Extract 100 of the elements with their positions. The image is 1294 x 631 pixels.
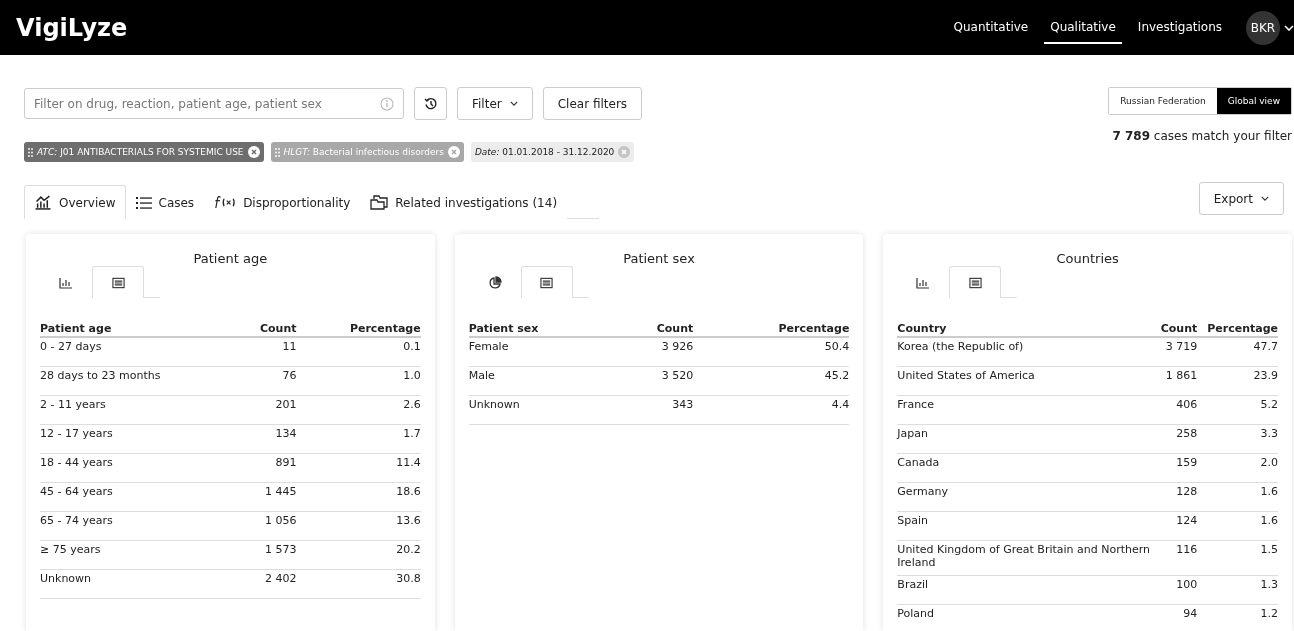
table-cell: 3 520 xyxy=(603,366,694,396)
drag-handle-icon[interactable] xyxy=(274,147,280,157)
table-cell: Male xyxy=(468,366,604,396)
table-cell: 2.6 xyxy=(296,395,421,425)
nav-link[interactable]: Quantitative xyxy=(947,11,1035,44)
table-cell: 343 xyxy=(603,395,694,425)
table-cell: 13.6 xyxy=(296,511,421,541)
table-cell: 18 - 44 years xyxy=(40,453,225,483)
table-cell: 1 056 xyxy=(225,511,297,541)
column-header: Patient age xyxy=(40,318,225,337)
table-cell: 65 - 74 years xyxy=(40,511,225,541)
table-cell: 47.7 xyxy=(1197,337,1278,367)
table-cell: Female xyxy=(468,337,604,367)
view-toggle[interactable] xyxy=(92,266,144,298)
table-cell: Germany xyxy=(897,482,1151,512)
export-button[interactable]: Export xyxy=(1198,182,1284,215)
clear-filters-button[interactable]: Clear filters xyxy=(542,87,643,120)
chevron-down-icon xyxy=(1284,24,1294,31)
column-header: Percentage xyxy=(693,318,850,337)
drag-handle-icon[interactable] xyxy=(28,147,33,157)
nav-link[interactable]: Qualitative xyxy=(1044,11,1122,44)
table-cell: 1 573 xyxy=(225,540,297,570)
table-cell: 100 xyxy=(1150,575,1198,605)
filter-chip[interactable]: ATC: J01 ANTIBACTERIALS FOR SYSTEMIC USE xyxy=(24,142,264,162)
table-cell: Unknown xyxy=(468,395,604,425)
table-cell: Brazil xyxy=(897,575,1151,605)
card-title: Patient age xyxy=(192,251,269,266)
search-field[interactable]: Filter on drug, reaction, patient age, patient sex xyxy=(24,88,404,119)
filter-chip[interactable]: Date: 01.01.2018 - 31.12.2020 xyxy=(470,142,635,162)
table-cell: Korea (the Republic of) xyxy=(897,337,1151,367)
card-title: Patient sex xyxy=(622,251,696,266)
nav-link[interactable]: Investigations xyxy=(1131,11,1228,44)
table-cell: ≥ 75 years xyxy=(40,540,225,570)
bar-chart-icon xyxy=(59,276,73,289)
chip-label: Date: 01.01.2018 - 31.12.2020 xyxy=(474,147,615,157)
column-header: Count xyxy=(1150,318,1198,337)
table-cell: 45.2 xyxy=(693,366,850,396)
table-cell: 3 719 xyxy=(1150,337,1198,367)
table-cell: 2 402 xyxy=(225,569,297,599)
folders-icon xyxy=(370,195,389,210)
table-icon xyxy=(540,276,554,289)
table-cell: 94 xyxy=(1150,604,1198,631)
table-cell: 23.9 xyxy=(1197,366,1278,396)
table-cell: 1 445 xyxy=(225,482,297,512)
filter-button[interactable]: Filter xyxy=(457,87,533,120)
history-icon xyxy=(423,96,438,111)
table-cell: 2 - 11 years xyxy=(40,395,225,425)
table-cell: 258 xyxy=(1150,424,1198,454)
table-cell: 116 xyxy=(1150,540,1198,576)
table-cell: 76 xyxy=(225,366,297,396)
remove-icon[interactable] xyxy=(247,146,260,158)
table-cell: 1.3 xyxy=(1197,575,1278,605)
table-cell: 891 xyxy=(225,453,297,483)
view-toggle[interactable] xyxy=(949,266,1002,298)
column-header: Count xyxy=(225,318,297,337)
table-cell: Poland xyxy=(897,604,1151,631)
table-cell: United Kingdom of Great Britain and Northern Ireland xyxy=(897,540,1151,576)
table-cell: France xyxy=(897,395,1151,425)
view-tab[interactable]: Overview xyxy=(24,185,126,219)
table-cell: 1.0 xyxy=(296,366,421,396)
table-icon xyxy=(111,276,125,289)
table-cell: 4.4 xyxy=(693,395,850,425)
table-cell: United States of America xyxy=(897,366,1151,396)
column-header: Percentage xyxy=(1197,318,1278,337)
table-cell: 3 926 xyxy=(603,337,694,367)
table-cell: 11 xyxy=(225,337,297,367)
table-cell: 20.2 xyxy=(296,540,421,570)
column-header: Patient sex xyxy=(468,318,604,337)
table-icon xyxy=(968,276,982,289)
table-cell: 12 - 17 years xyxy=(40,424,225,454)
table-cell: Unknown xyxy=(40,569,225,599)
column-header: Country xyxy=(897,318,1151,337)
table-cell: 1.6 xyxy=(1197,511,1278,541)
table-cell: 18.6 xyxy=(296,482,421,512)
table-cell: 1.5 xyxy=(1197,540,1278,576)
column-header: Percentage xyxy=(296,318,421,337)
table-cell: 5.2 xyxy=(1197,395,1278,425)
table-cell: 2.0 xyxy=(1197,453,1278,483)
info-icon xyxy=(380,97,394,111)
table-cell: 406 xyxy=(1150,395,1198,425)
table-cell: 124 xyxy=(1150,511,1198,541)
table-cell: 50.4 xyxy=(693,337,850,367)
chevron-down-icon xyxy=(1261,196,1269,201)
table-cell: 3.3 xyxy=(1197,424,1278,454)
table-cell: Canada xyxy=(897,453,1151,483)
function-icon xyxy=(214,195,237,210)
table-cell: 11.4 xyxy=(296,453,421,483)
table-cell: 0.1 xyxy=(296,337,421,367)
user-avatar[interactable]: BKR xyxy=(1246,10,1280,45)
table-cell: 28 days to 23 months xyxy=(40,366,225,396)
pie-chart-icon xyxy=(487,275,502,290)
table-cell: 128 xyxy=(1150,482,1198,512)
history-button[interactable] xyxy=(414,87,447,120)
scope-toggle[interactable]: Global view xyxy=(1216,88,1291,114)
column-header: Count xyxy=(603,318,694,337)
table-cell: 1.2 xyxy=(1197,604,1278,631)
view-toggle[interactable] xyxy=(520,266,573,298)
table-cell: 45 - 64 years xyxy=(40,482,225,512)
table-cell: 1 861 xyxy=(1150,366,1198,396)
bar-chart-icon xyxy=(916,276,931,289)
